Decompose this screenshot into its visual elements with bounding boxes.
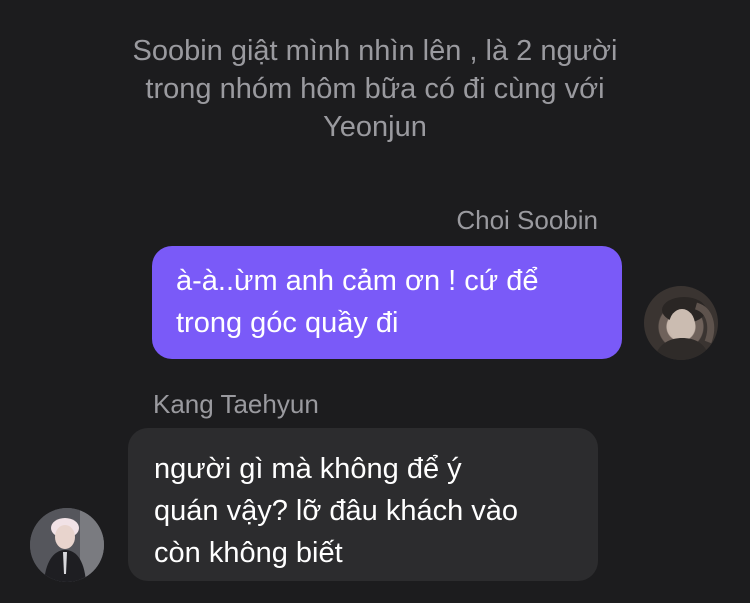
person-avatar-icon — [30, 508, 104, 582]
message-bubble-incoming[interactable]: người gì mà không để ý quán vậy? lỡ đâu … — [128, 428, 598, 581]
sender-name-kang-taehyun: Kang Taehyun — [153, 389, 319, 419]
message-line-2: quán vậy? lỡ đâu khách vào — [154, 495, 519, 527]
avatar-kang-taehyun[interactable] — [30, 508, 104, 582]
message-line-2: trong góc quầy đi — [176, 307, 399, 339]
message-bubble-outgoing[interactable]: à-à..ừm anh cảm ơn ! cứ để trong góc quầ… — [152, 246, 622, 359]
message-line-3: còn không biết — [154, 537, 343, 569]
person-avatar-icon — [654, 297, 715, 360]
narration-text: Soobin giật mình nhìn lên , là 2 người t… — [95, 32, 655, 146]
avatar-choi-soobin[interactable] — [644, 286, 718, 360]
narration-line-2: trong nhóm hôm bữa có đi cùng với — [145, 73, 605, 105]
sender-name-choi-soobin: Choi Soobin — [456, 205, 598, 235]
narration-line-1: Soobin giật mình nhìn lên , là 2 người — [132, 35, 618, 67]
message-line-1: người gì mà không để ý — [154, 453, 462, 485]
message-line-1: à-à..ừm anh cảm ơn ! cứ để — [176, 265, 539, 297]
narration-line-3: Yeonjun — [323, 111, 427, 143]
